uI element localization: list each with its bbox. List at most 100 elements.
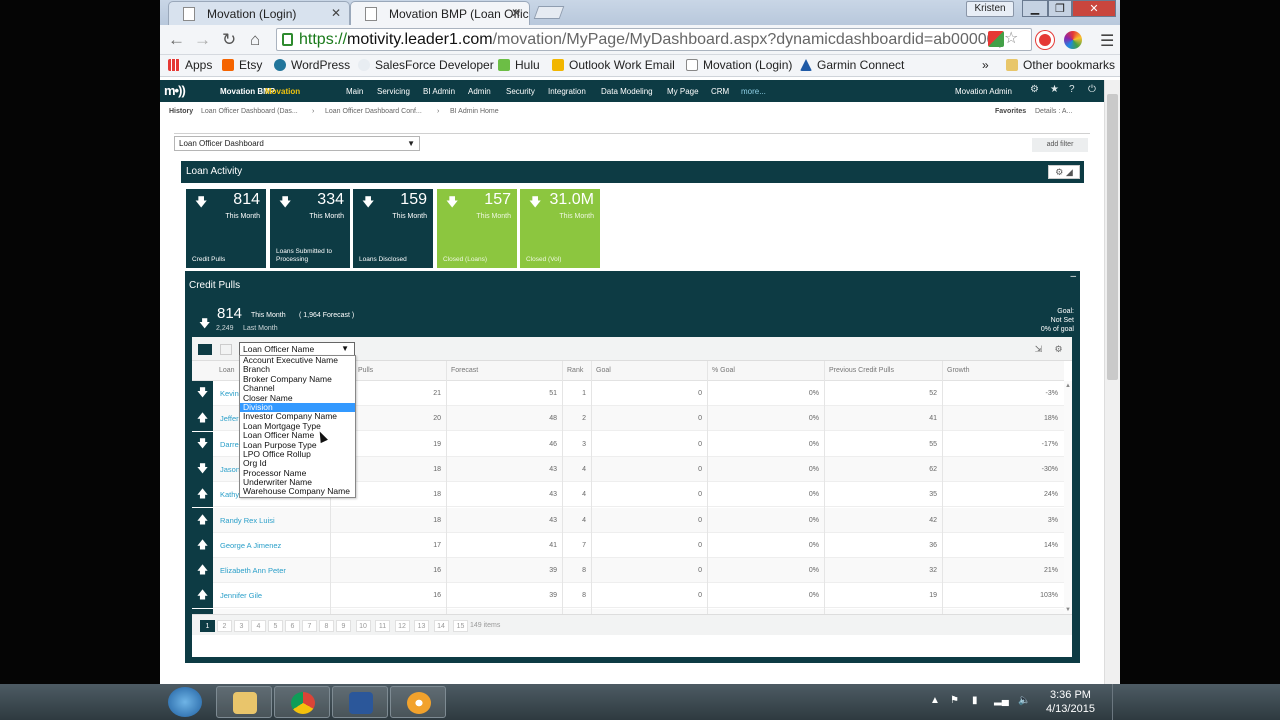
bookmark-etsy[interactable]: Etsy bbox=[222, 58, 262, 72]
option-warehouse-company-name[interactable]: Warehouse Company Name bbox=[240, 487, 355, 497]
page-11-button[interactable]: 11 bbox=[375, 620, 390, 632]
page-3-button[interactable]: 3 bbox=[234, 620, 249, 632]
forward-icon[interactable]: → bbox=[194, 30, 211, 50]
gear-icon[interactable]: ⚙ bbox=[1052, 343, 1065, 355]
bookmark-star-icon[interactable]: ☆ bbox=[1004, 28, 1018, 48]
gear-icon[interactable]: ⚙ bbox=[1030, 85, 1040, 95]
details-link[interactable]: Details : A... bbox=[1035, 108, 1072, 115]
bookmark-outlook[interactable]: Outlook Work Email bbox=[552, 58, 675, 72]
close-icon[interactable]: ✕ bbox=[331, 6, 341, 20]
grid-view-icon[interactable] bbox=[198, 344, 212, 355]
close-icon[interactable]: ✕ bbox=[511, 6, 521, 20]
bookmark-salesforce[interactable]: SalesForce Developer bbox=[358, 58, 494, 72]
export-icon[interactable]: ⇲ bbox=[1032, 343, 1045, 355]
breadcrumb-item[interactable]: BI Admin Home bbox=[450, 108, 499, 115]
volume-icon[interactable]: 🔈 bbox=[1018, 695, 1030, 706]
home-icon[interactable]: ⌂ bbox=[250, 30, 260, 50]
bookmark-apps[interactable]: Apps bbox=[168, 58, 212, 72]
nav-data-modeling[interactable]: Data Modeling bbox=[601, 87, 653, 96]
taskbar-app[interactable] bbox=[390, 686, 446, 718]
nav-admin[interactable]: Admin bbox=[468, 87, 491, 96]
page-4-button[interactable]: 4 bbox=[251, 620, 266, 632]
column-header[interactable]: Pulls bbox=[358, 367, 373, 374]
star-icon[interactable]: ★ bbox=[1050, 85, 1060, 95]
page-15-button[interactable]: 15 bbox=[453, 620, 468, 632]
current-user[interactable]: Movation Admin bbox=[955, 87, 1012, 96]
tab-movation-login[interactable]: Movation (Login) ✕ bbox=[168, 1, 350, 25]
taskbar-word[interactable] bbox=[332, 686, 388, 718]
page-6-button[interactable]: 6 bbox=[285, 620, 300, 632]
column-header[interactable]: Forecast bbox=[451, 367, 478, 374]
loan-officer-link[interactable]: Jeffer bbox=[220, 414, 239, 423]
loan-officer-link[interactable]: Darre bbox=[220, 440, 239, 449]
kpi-tile-credit-pulls[interactable]: 🡇 814 This Month Credit Pulls bbox=[186, 189, 266, 268]
loan-officer-link[interactable]: Randy Rex Luisi bbox=[220, 516, 275, 525]
page-9-button[interactable]: 9 bbox=[336, 620, 351, 632]
other-bookmarks[interactable]: Other bookmarks bbox=[1006, 58, 1115, 72]
nav-servicing[interactable]: Servicing bbox=[377, 87, 410, 96]
page-7-button[interactable]: 7 bbox=[302, 620, 317, 632]
network-icon[interactable]: ▂▄ bbox=[994, 695, 1009, 706]
column-header[interactable]: Goal bbox=[596, 367, 611, 374]
table-row[interactable]: 🡅 Jennifer Gile 16 39 8 0 0% 19 103% bbox=[192, 583, 1064, 609]
taskbar-chrome[interactable] bbox=[274, 686, 330, 718]
minimize-panel-button[interactable]: – bbox=[1070, 271, 1076, 282]
grid-scrollbar[interactable]: ▲ ▼ bbox=[1064, 381, 1072, 614]
nav-more[interactable]: more... bbox=[741, 87, 766, 96]
tab-loan-officer-dashboard[interactable]: Movation BMP (Loan Offic ✕ bbox=[350, 1, 530, 25]
breadcrumb-item[interactable]: Loan Officer Dashboard (Das... bbox=[201, 108, 298, 115]
windows-start-icon[interactable] bbox=[168, 687, 202, 717]
dashboard-select[interactable]: Loan Officer Dashboard ▼ bbox=[174, 136, 420, 151]
kpi-tile-loans-submitted[interactable]: 🡇 334 This Month Loans Submitted to Proc… bbox=[270, 189, 350, 268]
reload-icon[interactable]: ↻ bbox=[222, 30, 236, 50]
show-desktop-button[interactable] bbox=[1112, 684, 1120, 720]
page-12-button[interactable]: 12 bbox=[394, 620, 410, 632]
scroll-up-icon[interactable]: ▲ bbox=[1064, 383, 1072, 389]
bookmark-garmin[interactable]: Garmin Connect bbox=[800, 58, 904, 72]
add-filter-button[interactable]: add filter bbox=[1032, 138, 1088, 152]
loan-officer-link[interactable]: Jason bbox=[220, 465, 240, 474]
page-2-button[interactable]: 2 bbox=[217, 620, 232, 632]
more-bookmarks-button[interactable]: » bbox=[982, 58, 989, 72]
loan-officer-link[interactable]: George A Jimenez bbox=[220, 541, 281, 550]
nav-crm[interactable]: CRM bbox=[711, 87, 729, 96]
help-icon[interactable]: ? bbox=[1069, 85, 1079, 95]
address-bar[interactable]: https://motivity.leader1.com/movation/My… bbox=[276, 28, 1032, 51]
nav-my-page[interactable]: My Page bbox=[667, 87, 699, 96]
loan-officer-link[interactable]: Jennifer Gile bbox=[220, 591, 262, 600]
system-clock[interactable]: 3:36 PM 4/13/2015 bbox=[1046, 688, 1095, 716]
page-1-button[interactable]: 1 bbox=[200, 620, 215, 632]
chart-view-icon[interactable] bbox=[220, 344, 232, 355]
column-header[interactable]: % Goal bbox=[712, 367, 735, 374]
page-8-button[interactable]: 8 bbox=[319, 620, 334, 632]
nav-security[interactable]: Security bbox=[506, 87, 535, 96]
page-scrollbar[interactable] bbox=[1104, 80, 1120, 684]
nav-bi-admin[interactable]: BI Admin bbox=[423, 87, 455, 96]
page-13-button[interactable]: 13 bbox=[414, 620, 429, 632]
power-icon[interactable]: ▮ bbox=[972, 695, 978, 706]
column-header[interactable]: Growth bbox=[947, 367, 970, 374]
panel-settings-button[interactable]: ⚙ ◢ bbox=[1048, 165, 1080, 179]
adblock-icon[interactable] bbox=[1036, 31, 1054, 49]
page-10-button[interactable]: 10 bbox=[355, 620, 371, 632]
logout-icon[interactable]: ⏻ bbox=[1088, 85, 1098, 95]
minimize-icon[interactable]: ▁ bbox=[1022, 0, 1048, 17]
bookmark-hulu[interactable]: Hulu bbox=[498, 58, 540, 72]
table-row[interactable]: 🡅 Elizabeth Ann Peter 16 39 8 0 0% 32 21% bbox=[192, 558, 1064, 584]
table-row[interactable]: 🡅 Randy Rex Luisi 18 43 4 0 0% 42 3% bbox=[192, 507, 1064, 533]
nav-integration[interactable]: Integration bbox=[548, 87, 586, 96]
back-icon[interactable]: ← bbox=[168, 30, 185, 50]
bookmark-wordpress[interactable]: WordPress bbox=[274, 58, 350, 72]
scroll-down-icon[interactable]: ▼ bbox=[1064, 607, 1072, 613]
menu-icon[interactable]: ☰ bbox=[1100, 31, 1114, 51]
nav-main[interactable]: Main bbox=[346, 87, 363, 96]
column-header[interactable]: Previous Credit Pulls bbox=[829, 367, 894, 374]
color-picker-icon[interactable] bbox=[1064, 31, 1082, 49]
window-close-icon[interactable]: ✕ bbox=[1072, 0, 1116, 17]
column-header[interactable]: Rank bbox=[567, 367, 583, 374]
loan-officer-link[interactable]: Kevin bbox=[220, 389, 239, 398]
tray-expand-icon[interactable]: ▲ bbox=[930, 695, 940, 706]
scroll-thumb[interactable] bbox=[1107, 94, 1118, 380]
extension-icon[interactable] bbox=[988, 31, 1004, 47]
taskbar-explorer[interactable] bbox=[216, 686, 272, 718]
